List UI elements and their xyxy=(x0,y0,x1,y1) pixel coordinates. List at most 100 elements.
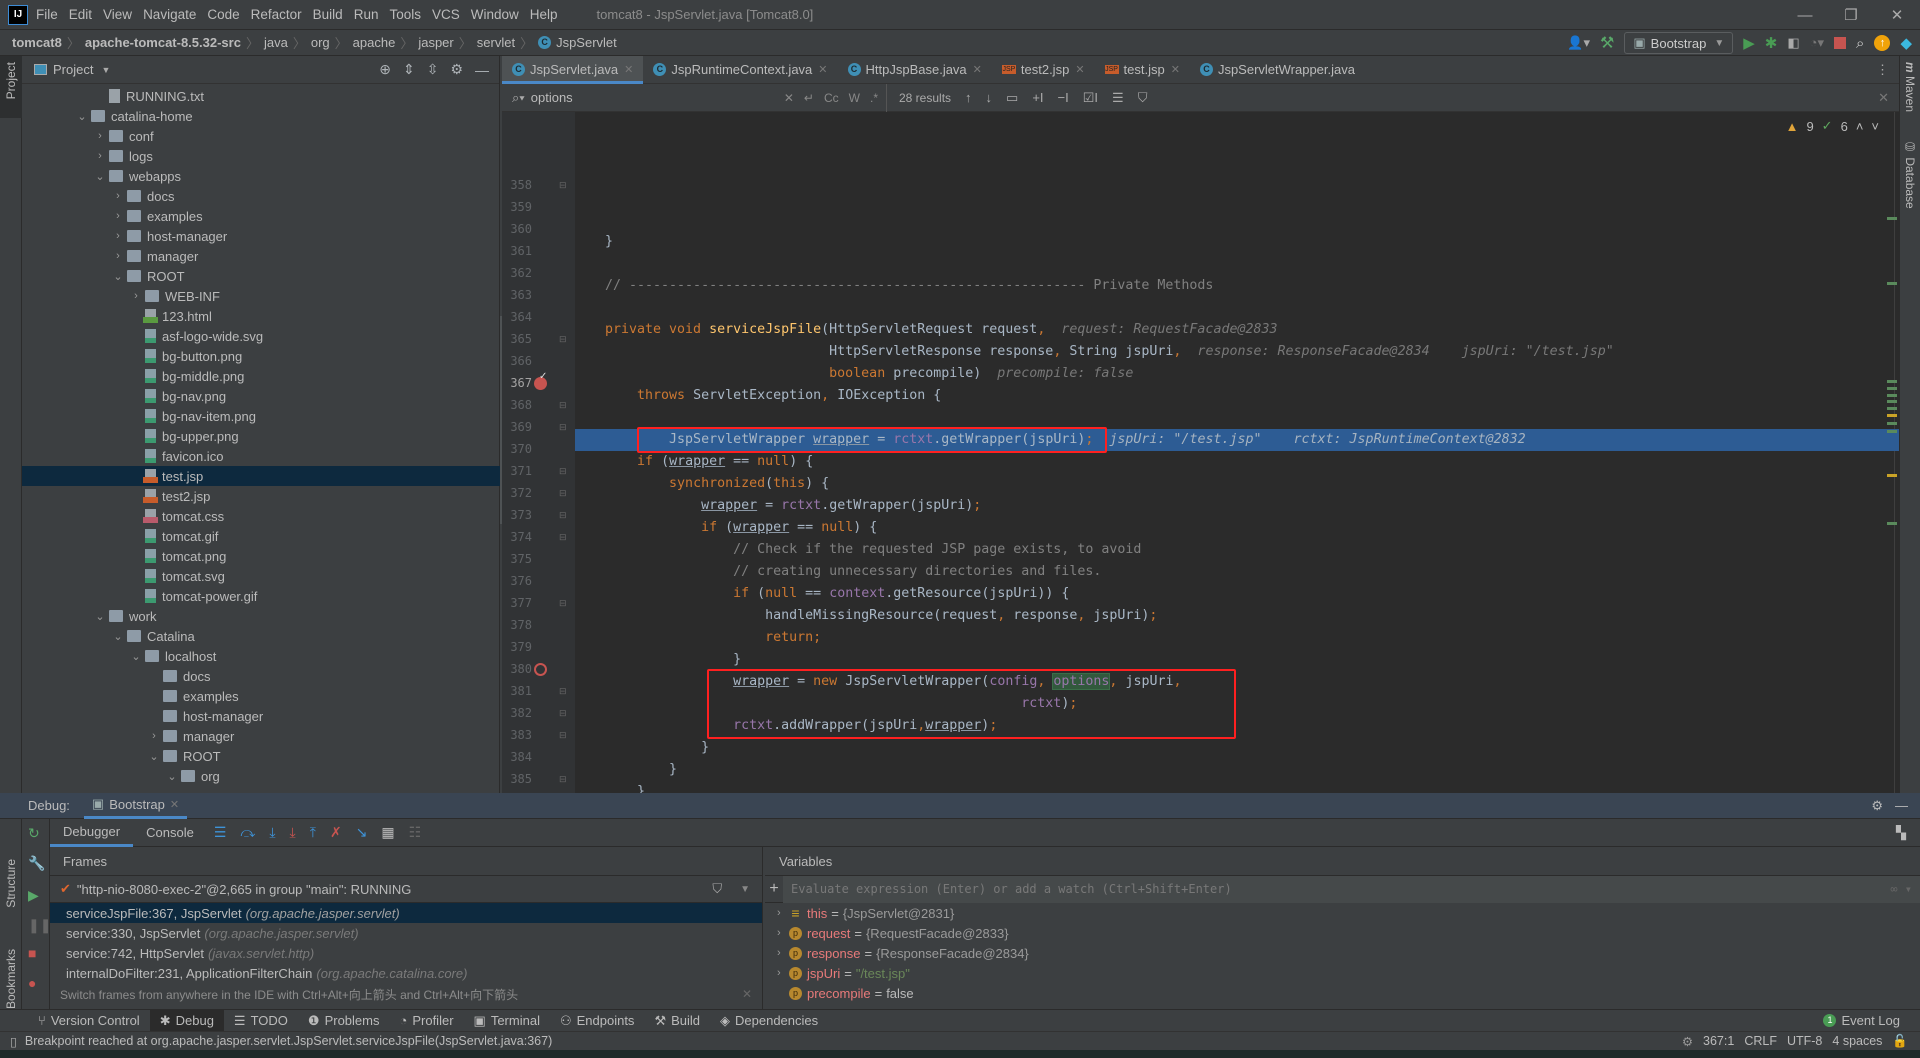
chevron-down-icon[interactable]: ⌄ xyxy=(109,270,127,283)
menu-view[interactable]: View xyxy=(103,7,132,22)
previous-highlight-icon[interactable]: ˄ xyxy=(1856,119,1864,134)
variable-item[interactable]: › p request = {RequestFacade@2833} xyxy=(765,923,1920,943)
tree-item[interactable]: › docs xyxy=(22,186,500,206)
tab-console[interactable]: Console xyxy=(133,819,207,847)
stripe-mark[interactable] xyxy=(1887,522,1897,525)
search-icon[interactable]: ⌕▾ xyxy=(512,90,525,106)
close-icon[interactable]: ✕ xyxy=(742,987,752,1001)
force-step-into-icon[interactable]: ⤓ xyxy=(290,824,296,841)
tree-item[interactable]: bg-middle.png xyxy=(22,366,500,386)
close-tab-icon[interactable]: ✕ xyxy=(1075,63,1084,76)
trace-icon[interactable]: ☷ xyxy=(409,824,422,841)
tree-item[interactable]: ⌄ catalina-home xyxy=(22,106,500,126)
variable-item[interactable]: › ≡ this = {JspServlet@2831} xyxy=(765,903,1920,923)
menu-navigate[interactable]: Navigate xyxy=(143,7,196,22)
tab-jspservletwrapper-java[interactable]: C JspServletWrapper.java xyxy=(1190,56,1365,84)
previous-occurrence-icon[interactable]: ↑ xyxy=(965,90,972,105)
stop-icon[interactable] xyxy=(1834,37,1847,49)
database-tool-button[interactable]: ⛁ Database xyxy=(1903,140,1917,209)
hide-icon[interactable]: — xyxy=(475,62,489,78)
chevron-down-icon[interactable]: ▼ xyxy=(101,65,110,75)
pause-icon[interactable]: ❚❚ xyxy=(28,917,51,934)
tool-window-build[interactable]: ⚒ Build xyxy=(644,1010,710,1032)
frame-item[interactable]: service:330, JspServlet (org.apache.jaspe… xyxy=(50,923,762,943)
stripe-mark[interactable] xyxy=(1887,282,1897,285)
regex-toggle[interactable]: .* xyxy=(870,91,878,105)
menu-vcs[interactable]: VCS xyxy=(432,7,460,22)
menu-refactor[interactable]: Refactor xyxy=(251,7,302,22)
run-to-cursor-icon[interactable]: ↘ xyxy=(356,824,368,841)
tree-item[interactable]: › examples xyxy=(22,206,500,226)
chevron-down-icon[interactable]: ⌄ xyxy=(145,750,163,763)
chevron-right-icon[interactable]: › xyxy=(109,190,127,202)
stripe-mark[interactable] xyxy=(1887,474,1897,477)
event-log-button[interactable]: 1 Event Log xyxy=(1823,1013,1900,1028)
stripe-mark[interactable] xyxy=(1887,400,1897,403)
tree-item[interactable]: ⌄ org xyxy=(22,766,500,786)
debug-session-tab[interactable]: ▣ Bootstrap ✕ xyxy=(83,793,188,819)
tree-item[interactable]: docs xyxy=(22,666,500,686)
stripe-mark[interactable] xyxy=(1887,380,1897,383)
tool-window-todo[interactable]: ☰ TODO xyxy=(224,1010,298,1032)
tab-test2-jsp[interactable]: JSP test2.jsp ✕ xyxy=(992,56,1095,84)
search-icon[interactable]: ⌕ xyxy=(1856,35,1864,52)
tab-debugger[interactable]: Debugger xyxy=(50,819,134,847)
breadcrumb-item[interactable]: tomcat8 xyxy=(12,35,62,50)
menu-help[interactable]: Help xyxy=(530,7,558,22)
chevron-right-icon[interactable]: › xyxy=(777,927,781,939)
next-highlight-icon[interactable]: ˅ xyxy=(1871,119,1879,134)
collapse-all-icon[interactable]: ⇳ xyxy=(427,61,439,78)
project-title[interactable]: Project xyxy=(53,62,93,77)
add-selection-icon[interactable]: +I xyxy=(1032,90,1043,105)
remove-selection-icon[interactable]: −I xyxy=(1058,90,1069,105)
stripe-mark[interactable] xyxy=(1887,394,1897,397)
expand-all-icon[interactable]: ⇕ xyxy=(403,61,415,78)
tree-item[interactable]: bg-button.png xyxy=(22,346,500,366)
variable-item[interactable]: › p response = {ResponseFacade@2834} xyxy=(765,943,1920,963)
tab-jspruntimecontext-java[interactable]: C JspRuntimeContext.java ✕ xyxy=(643,56,837,84)
bookmarks-tool-button[interactable]: Bookmarks xyxy=(4,949,18,1009)
breadcrumb-item[interactable]: apache xyxy=(353,35,396,50)
tree-item[interactable]: bg-nav.png xyxy=(22,386,500,406)
stop-icon[interactable]: ■ xyxy=(28,945,36,961)
filter-icon[interactable]: ⛉ xyxy=(1138,90,1148,106)
chevron-right-icon[interactable]: › xyxy=(109,210,127,222)
new-line-icon[interactable]: ↵ xyxy=(804,91,814,105)
status-window-icon[interactable]: ▯ xyxy=(10,1034,17,1049)
user-icon[interactable]: 👤▾ xyxy=(1567,35,1590,51)
frame-item[interactable]: serviceJspFile:367, JspServlet (org.apach… xyxy=(50,903,762,923)
breadcrumb-item[interactable]: JspServlet xyxy=(556,35,617,50)
coverage-icon[interactable]: ◧ xyxy=(1787,35,1799,51)
match-case-toggle[interactable]: Cc xyxy=(824,91,839,105)
tab-httpjspbase-java[interactable]: C HttpJspBase.java ✕ xyxy=(838,56,992,84)
breadcrumb-item[interactable]: servlet xyxy=(477,35,515,50)
close-tab-icon[interactable]: ✕ xyxy=(624,63,633,76)
close-tab-icon[interactable]: ✕ xyxy=(818,63,827,76)
profile-icon[interactable]: ◔▾ xyxy=(1810,35,1824,51)
line-separator[interactable]: CRLF xyxy=(1744,1034,1777,1048)
tree-item[interactable]: RUNNING.txt xyxy=(22,86,500,106)
words-toggle[interactable]: W xyxy=(849,91,860,105)
evaluate-expression-icon[interactable]: ▦ xyxy=(381,824,394,841)
locate-icon[interactable]: ⊕ xyxy=(379,61,391,78)
caret-position[interactable]: 367:1 xyxy=(1703,1034,1734,1048)
restore-icon[interactable]: ❐ xyxy=(1828,6,1874,24)
tree-item[interactable]: ⌄ ROOT xyxy=(22,746,500,766)
tree-item[interactable]: asf-logo-wide.svg xyxy=(22,326,500,346)
view-breakpoints-icon[interactable]: ● xyxy=(28,975,36,991)
tree-item[interactable]: › manager xyxy=(22,726,500,746)
tree-item[interactable]: examples xyxy=(22,686,500,706)
tree-item[interactable]: tomcat.svg xyxy=(22,566,500,586)
chevron-down-icon[interactable]: ▼ xyxy=(740,884,750,895)
tool-window-problems[interactable]: ❶ Problems xyxy=(298,1010,390,1032)
filter-lines-icon[interactable]: ☰ xyxy=(1112,90,1124,106)
tool-window-version-control[interactable]: ⑂ Version Control xyxy=(28,1010,150,1032)
stripe-mark[interactable] xyxy=(1887,387,1897,390)
maven-tool-button[interactable]: m Maven xyxy=(1903,62,1917,112)
chevron-right-icon[interactable]: › xyxy=(91,150,109,162)
chevron-right-icon[interactable]: › xyxy=(109,230,127,242)
stripe-mark[interactable] xyxy=(1887,422,1897,425)
layout-icon[interactable]: ☰ xyxy=(214,824,227,841)
chevron-down-icon[interactable]: ⌄ xyxy=(91,170,109,183)
rerun-icon[interactable]: ↻ xyxy=(28,825,40,842)
